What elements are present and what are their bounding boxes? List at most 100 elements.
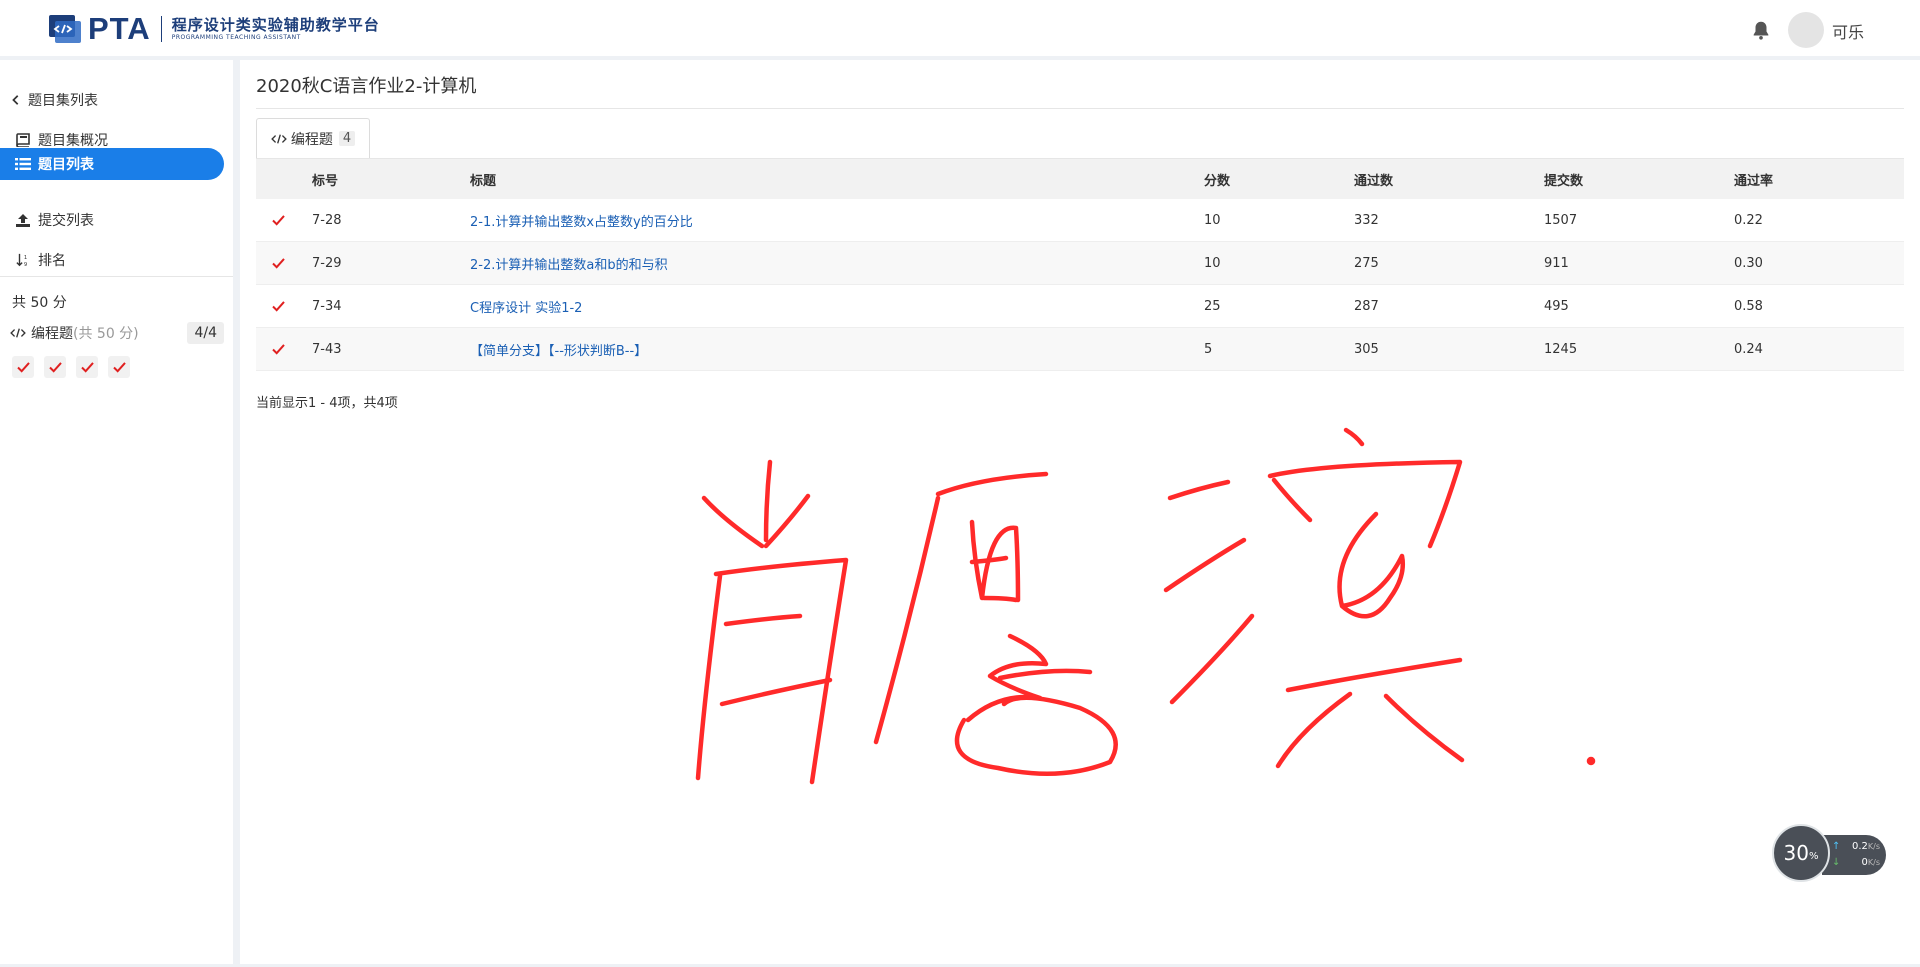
header-submit[interactable]: 提交数 (1544, 170, 1734, 189)
row-pass: 287 (1354, 298, 1379, 314)
sidebar-item-label: 题目集概况 (38, 133, 108, 149)
header-rate[interactable]: 通过率 (1734, 170, 1904, 189)
problem-status-4[interactable] (108, 356, 130, 378)
back-label: 题目集列表 (28, 93, 98, 109)
pagination-info: 当前显示1 - 4项，共4项 (256, 396, 398, 411)
row-title: 2-2.计算并输出整数a和b的和与积 (470, 254, 1204, 273)
check-icon (272, 257, 285, 269)
total-score: 共 50 分 (12, 295, 67, 311)
gauge-percent: 30 (1783, 841, 1809, 865)
problem-status-grid (12, 356, 140, 378)
upload-unit: K/s (1867, 842, 1880, 851)
row-submit: 1245 (1544, 341, 1578, 357)
cpu-gauge: 30% (1772, 824, 1830, 882)
row-pass: 305 (1354, 341, 1379, 357)
tab-programming[interactable]: 编程题 4 (256, 118, 370, 158)
check-icon (112, 361, 126, 373)
row-rate: 0.24 (1734, 341, 1763, 357)
title-divider (256, 108, 1904, 109)
upload-icon (16, 214, 30, 227)
upload-value: 0.2 (1851, 841, 1868, 852)
row-rate: 0.58 (1734, 298, 1763, 314)
row-rate: 0.30 (1734, 255, 1763, 271)
table-header: 标号 标题 分数 通过数 提交数 通过率 (256, 158, 1904, 199)
check-icon (272, 300, 285, 312)
problem-link[interactable]: 【简单分支】【--形状判断B--】 (470, 344, 647, 359)
row-status (256, 257, 312, 269)
header-title[interactable]: 标题 (470, 170, 1204, 189)
svg-text:9: 9 (24, 262, 27, 267)
problem-link[interactable]: C程序设计 实验1-2 (470, 301, 582, 316)
row-score: 10 (1204, 255, 1221, 271)
row-pass: 332 (1354, 212, 1379, 228)
sidebar-item-submissions[interactable]: 提交列表 (14, 204, 94, 236)
programming-section[interactable]: 编程题 (共 50 分) 4/4 (10, 322, 224, 344)
back-to-problem-sets[interactable]: 题目集列表 (10, 84, 98, 116)
logo-subtitle: 程序设计类实验辅助教学平台 PROGRAMMING TEACHING ASSIS… (172, 16, 380, 42)
row-title: 【简单分支】【--形状判断B--】 (470, 340, 1204, 359)
row-id: 7-34 (312, 298, 342, 314)
book-icon (16, 133, 30, 147)
chevron-left-icon (12, 95, 19, 105)
pta-logo[interactable]: PTA 程序设计类实验辅助教学平台 PROGRAMMING TEACHING A… (48, 11, 380, 46)
row-pass: 275 (1354, 255, 1379, 271)
speed-panel: ↑ 0.2K/s ↓ 0K/s (1822, 835, 1886, 875)
problem-table: 标号 标题 分数 通过数 提交数 通过率 7-28 2-1.计算并输出整数x占整… (256, 158, 1904, 371)
tab-label: 编程题 (290, 131, 333, 148)
top-header: PTA 程序设计类实验辅助教学平台 PROGRAMMING TEACHING A… (0, 0, 1920, 60)
sidebar-item-ranking[interactable]: 1 9 排名 (14, 244, 66, 276)
sidebar-item-label: 提交列表 (38, 213, 94, 229)
sidebar-item-label: 题目列表 (38, 157, 94, 173)
network-speed-widget[interactable]: ↑ 0.2K/s ↓ 0K/s 30% (1772, 824, 1892, 882)
row-title: C程序设计 实验1-2 (470, 297, 1204, 316)
download-unit: K/s (1867, 858, 1880, 867)
problem-link[interactable]: 2-1.计算并输出整数x占整数y的百分比 (470, 215, 693, 230)
logo-code-icon (49, 15, 81, 43)
row-status (256, 300, 312, 312)
row-title: 2-1.计算并输出整数x占整数y的百分比 (470, 211, 1204, 230)
svg-text:1: 1 (24, 255, 27, 261)
problem-status-2[interactable] (44, 356, 66, 378)
row-score: 5 (1204, 341, 1213, 357)
row-score: 10 (1204, 212, 1221, 228)
sidebar-item-problem-list[interactable]: 题目列表 (0, 148, 224, 180)
upload-speed: ↑ 0.2K/s (1832, 841, 1880, 852)
row-id: 7-28 (312, 212, 342, 228)
row-submit: 495 (1544, 298, 1569, 314)
table-row[interactable]: 7-28 2-1.计算并输出整数x占整数y的百分比 10 332 1507 0.… (256, 199, 1904, 242)
sidebar-item-label: 排名 (38, 253, 66, 269)
arrow-up-icon: ↑ (1832, 841, 1841, 852)
table-row[interactable]: 7-29 2-2.计算并输出整数a和b的和与积 10 275 911 0.30 (256, 242, 1904, 285)
check-icon (272, 343, 285, 355)
row-score: 25 (1204, 298, 1221, 314)
problem-status-1[interactable] (12, 356, 34, 378)
username[interactable]: 可乐 (1832, 19, 1864, 43)
table-row[interactable]: 7-34 C程序设计 实验1-2 25 287 495 0.58 (256, 285, 1904, 328)
logo-separator (160, 16, 162, 42)
sort-icon: 1 9 (16, 253, 27, 267)
bell-icon[interactable] (1750, 19, 1772, 41)
header-score[interactable]: 分数 (1204, 170, 1354, 189)
check-icon (16, 361, 30, 373)
list-icon (15, 158, 31, 170)
logo-en: PROGRAMMING TEACHING ASSISTANT (171, 34, 301, 41)
programming-sub: (共 50 分) (73, 326, 139, 342)
table-row[interactable]: 7-43 【简单分支】【--形状判断B--】 5 305 1245 0.24 (256, 328, 1904, 371)
header-pass[interactable]: 通过数 (1354, 170, 1544, 189)
progress-badge: 4/4 (187, 322, 224, 344)
avatar[interactable] (1788, 12, 1824, 48)
check-icon (80, 361, 94, 373)
row-status (256, 343, 312, 355)
gauge-unit: % (1808, 850, 1819, 862)
row-rate: 0.22 (1734, 212, 1763, 228)
left-sidebar: 题目集列表 题目集概况 题目列表 提交列表 1 9 排名 共 50 分 编程题 … (0, 60, 240, 967)
header-id[interactable]: 标号 (312, 170, 470, 189)
code-icon (10, 328, 26, 338)
check-icon (48, 361, 62, 373)
download-speed: ↓ 0K/s (1832, 857, 1880, 868)
row-status (256, 214, 312, 226)
problem-status-3[interactable] (76, 356, 98, 378)
problem-link[interactable]: 2-2.计算并输出整数a和b的和与积 (470, 258, 668, 273)
row-id: 7-43 (312, 341, 342, 357)
programming-label: 编程题 (31, 326, 73, 342)
